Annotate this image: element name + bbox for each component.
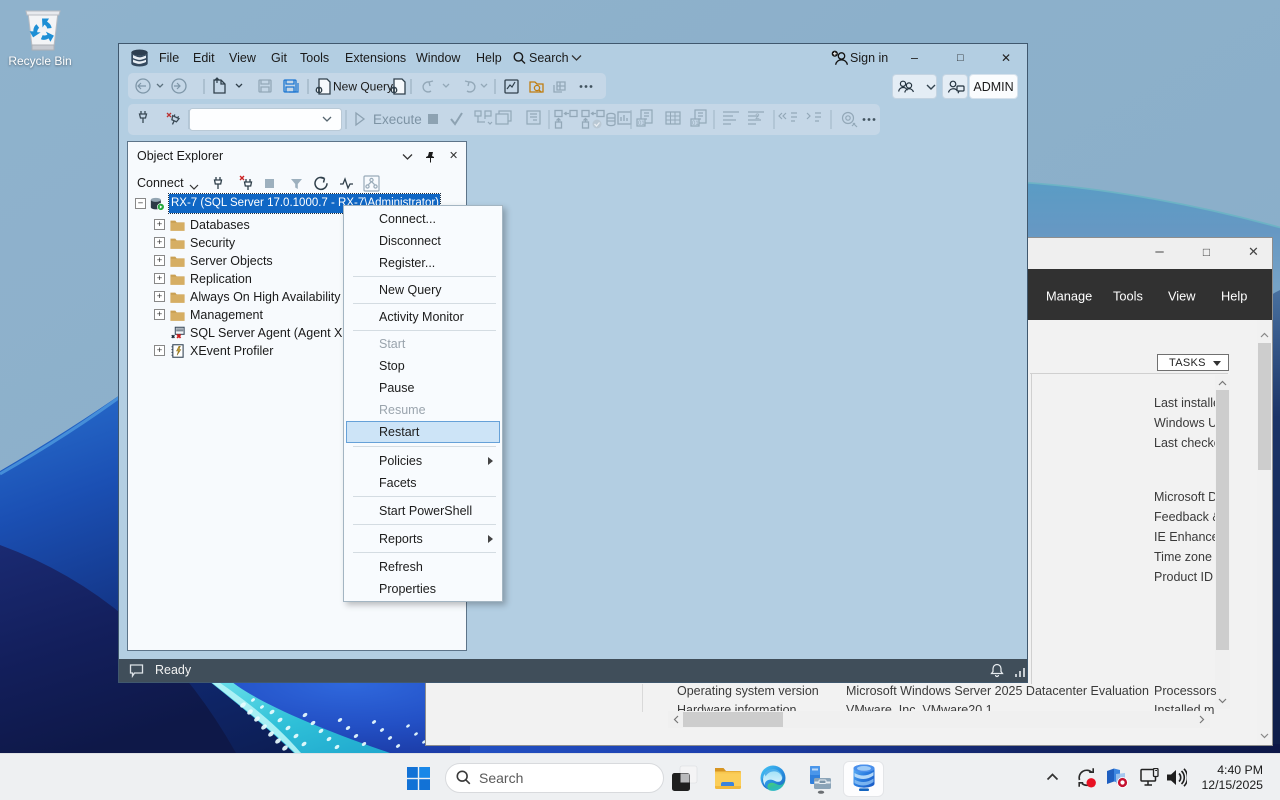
svg-text:2: 2 bbox=[755, 113, 760, 122]
svg-text:New Query: New Query bbox=[333, 80, 393, 94]
svg-text:01: 01 bbox=[692, 121, 699, 127]
svg-text:01: 01 bbox=[638, 121, 645, 127]
svg-text:Execute: Execute bbox=[373, 112, 422, 127]
